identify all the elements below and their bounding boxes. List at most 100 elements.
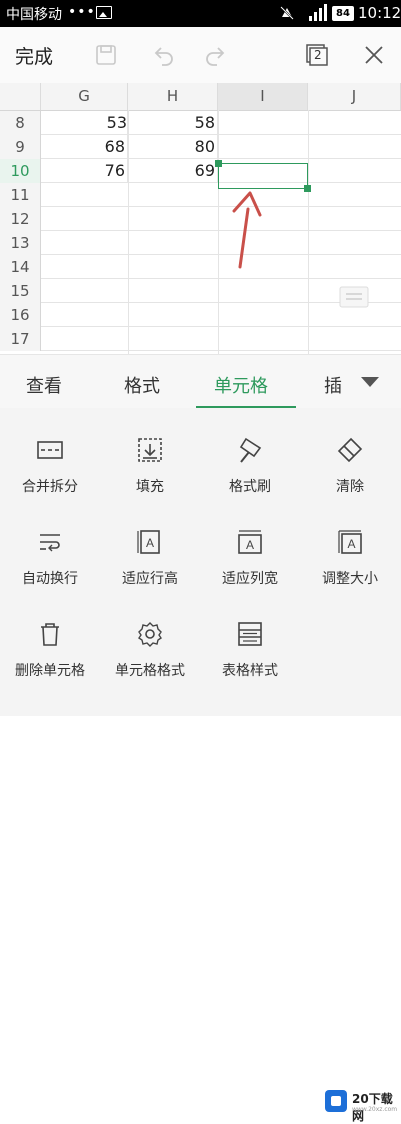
grid-line: [218, 110, 219, 354]
cell-h8[interactable]: 58: [128, 111, 218, 135]
clock: 10:12: [358, 4, 401, 22]
corner-cell[interactable]: [0, 83, 41, 110]
carrier-name: 中国移动: [6, 7, 62, 23]
notification-dots: •••: [68, 4, 96, 20]
row-number[interactable]: 13: [0, 231, 41, 255]
gear-icon: [136, 620, 164, 648]
cell-value: 58: [194, 113, 215, 132]
selection-handle-bottom[interactable]: [304, 185, 311, 192]
tool-label: 调整大小: [322, 571, 378, 587]
svg-text:A: A: [246, 538, 254, 552]
cell-g8[interactable]: 53: [41, 111, 128, 135]
row-number[interactable]: 12: [0, 207, 41, 231]
tool-label: 清除: [336, 479, 364, 495]
status-bar: 中国移动 ••• 84 10:12: [0, 0, 401, 27]
row-number[interactable]: 17: [0, 327, 41, 351]
grid-line: [308, 110, 309, 354]
tool-label: 删除单元格: [15, 663, 85, 679]
save-icon[interactable]: [94, 43, 118, 67]
column-header-j[interactable]: J: [308, 83, 401, 110]
fit-column-width-button[interactable]: A 适应列宽: [200, 500, 300, 595]
cell-format-button[interactable]: 单元格格式: [100, 592, 200, 687]
tool-label: 表格样式: [222, 663, 278, 679]
tabs-dropdown-icon[interactable]: [361, 377, 379, 387]
trash-icon: [36, 620, 64, 648]
tab-cell[interactable]: 单元格: [214, 372, 268, 398]
wrap-text-button[interactable]: 自动换行: [0, 500, 100, 595]
row-number[interactable]: 9: [0, 135, 41, 159]
cell-h10[interactable]: 69: [128, 159, 218, 183]
row-number[interactable]: 11: [0, 183, 41, 207]
row-number[interactable]: 14: [0, 255, 41, 279]
annotation-arrow-icon: [232, 191, 262, 269]
floating-keyboard-icon[interactable]: [339, 286, 369, 308]
row-number[interactable]: 8: [0, 111, 41, 135]
grid-line: [128, 110, 129, 354]
tool-label: 填充: [136, 479, 164, 495]
column-header-h[interactable]: H: [128, 83, 218, 110]
delete-cell-button[interactable]: 删除单元格: [0, 592, 100, 687]
table-row: 14: [0, 255, 401, 279]
spreadsheet-grid[interactable]: G H I J 8 53 58 9 68 80 10 76 69 11 12 1…: [0, 83, 401, 354]
selected-cell-i10[interactable]: [218, 163, 308, 189]
signal-icon: [309, 4, 327, 21]
resize-button[interactable]: A 调整大小: [300, 500, 400, 595]
table-style-icon: [236, 620, 264, 648]
column-header-g[interactable]: G: [41, 83, 128, 110]
mute-icon: [280, 6, 294, 20]
wrap-text-icon: [36, 528, 64, 556]
column-header-i[interactable]: I: [218, 83, 308, 110]
tool-label: 合并拆分: [22, 479, 78, 495]
tab-format[interactable]: 格式: [124, 372, 160, 398]
done-button[interactable]: 完成: [15, 42, 53, 69]
cell-h9[interactable]: 80: [128, 135, 218, 159]
format-brush-icon: [236, 436, 264, 464]
clear-button[interactable]: 清除: [300, 408, 400, 503]
format-brush-button[interactable]: 格式刷: [200, 408, 300, 503]
resize-icon: A: [336, 528, 364, 556]
fill-icon: [136, 436, 164, 464]
cell-value: 76: [104, 161, 125, 180]
table-style-button[interactable]: 表格样式: [200, 592, 300, 687]
svg-text:A: A: [347, 537, 355, 551]
cell-value: 68: [104, 137, 125, 156]
fill-button[interactable]: 填充: [100, 408, 200, 503]
ribbon-tabs: 查看 格式 单元格 插: [0, 354, 401, 409]
cell-value: 69: [194, 161, 215, 180]
row-number[interactable]: 16: [0, 303, 41, 327]
tool-label: 格式刷: [229, 479, 271, 495]
tool-label: 适应列宽: [222, 571, 278, 587]
cell-tools-panel: 合并拆分 填充 格式刷 清除 自动换行 A 适应行高 A 适应列宽 A 调整大小…: [0, 408, 401, 1123]
row-number[interactable]: 15: [0, 279, 41, 303]
undo-icon[interactable]: [152, 43, 176, 67]
tool-label: 自动换行: [22, 571, 78, 587]
redo-icon[interactable]: [203, 43, 227, 67]
cell-value: 53: [106, 113, 127, 132]
image-notification-icon: [96, 6, 112, 19]
column-header-bar: G H I J: [0, 83, 401, 111]
table-row: 13: [0, 231, 401, 255]
table-row: 17: [0, 327, 401, 351]
selection-handle-top[interactable]: [215, 160, 222, 167]
fit-row-height-button[interactable]: A 适应行高: [100, 500, 200, 595]
tool-label: 适应行高: [122, 571, 178, 587]
table-row: 12: [0, 207, 401, 231]
tab-insert[interactable]: 插: [324, 372, 342, 398]
row-number-active[interactable]: 10: [0, 159, 41, 183]
close-icon[interactable]: [362, 43, 386, 67]
cell-g10[interactable]: 76: [41, 159, 128, 183]
table-row: 11: [0, 183, 401, 207]
battery-icon: 84: [332, 6, 354, 21]
cell-g9[interactable]: 68: [41, 135, 128, 159]
fit-column-width-icon: A: [236, 528, 264, 556]
table-row: 9 68 80: [0, 135, 401, 159]
svg-text:A: A: [146, 536, 154, 550]
watermark-logo-icon: [325, 1090, 347, 1112]
page-count: 2: [314, 48, 322, 62]
merge-split-button[interactable]: 合并拆分: [0, 408, 100, 503]
table-row: 8 53 58: [0, 111, 401, 135]
cell-value: 80: [194, 137, 215, 156]
tab-view[interactable]: 查看: [26, 372, 62, 398]
table-row: 10 76 69: [0, 159, 401, 183]
editor-toolbar: 完成 2: [0, 27, 401, 84]
